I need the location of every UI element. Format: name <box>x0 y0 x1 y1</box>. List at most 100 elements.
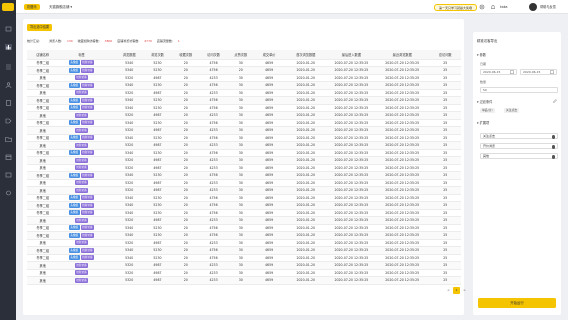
table-row[interactable]: 其他 拉新访客 5320 4987 20 4233 30 4659 2020-01-20 2020… <box>27 89 461 97</box>
table-row[interactable]: 其他 拉新访客 5320 4987 20 4233 30 4659 2020-01-20 2020… <box>27 164 461 172</box>
table-row[interactable]: 其他 拉新访客 5320 4987 20 4233 30 4659 2020-01-20 2020… <box>27 111 461 120</box>
calendar-icon[interactable] <box>5 154 12 160</box>
table-row[interactable]: 其他 拉新访客 5320 4987 20 4233 30 4659 2020-01-20 2020… <box>27 141 461 150</box>
cell-recent: 2020-07-20 12:35:25 <box>374 59 430 67</box>
table-row[interactable]: 冬季二组 头像组 拉新访客 5340 5230 20 4756 30 4659 2020-01-2… <box>27 194 461 202</box>
folder-icon[interactable] <box>4 136 12 142</box>
column-header[interactable]: 成交单价 <box>254 50 284 60</box>
count-input[interactable]: 50 <box>480 87 558 93</box>
cell-total: 25 <box>429 164 461 172</box>
column-header[interactable]: 店铺名称 <box>27 50 59 60</box>
table-row[interactable]: 冬季二组 头像组 拉新访客 5340 5230 20 4756 30 4659 2020-01-2… <box>27 104 461 112</box>
extra-section-toggle[interactable]: ▾ 扩展项 <box>477 120 489 125</box>
cell-name: 其他 <box>27 156 59 165</box>
column-header[interactable]: 收藏次数 <box>171 50 200 60</box>
table-row[interactable]: 其他 拉新访客 5320 4987 20 4233 30 4659 2020-01-20 2020… <box>27 239 461 247</box>
avatar[interactable] <box>529 3 537 11</box>
document-icon[interactable] <box>5 100 12 106</box>
cell-total: 25 <box>429 216 461 225</box>
next-page-button[interactable]: > <box>461 287 468 294</box>
remove-icon[interactable] <box>551 135 555 139</box>
params-section-toggle[interactable]: ▾ 参数 <box>477 52 486 57</box>
username[interactable]: kaka <box>500 4 508 10</box>
edit-icon[interactable] <box>553 99 557 103</box>
cell-times: 4987 <box>143 261 172 270</box>
cell-last: 2020-07-20 12:35:25 <box>327 231 375 240</box>
help-link[interactable]: 帮助与反馈 <box>540 4 556 10</box>
extra-row[interactable]: 关注点击 <box>480 133 558 139</box>
column-header[interactable]: 最近浏览数据 <box>374 50 430 60</box>
table-row[interactable]: 其他 拉新访客 5320 4987 20 4233 30 4659 2020-01-20 2020… <box>27 186 461 195</box>
remove-icon[interactable] <box>551 155 555 159</box>
table-row[interactable]: 其他 拉新访客 5320 4987 20 4233 30 4659 2020-01-20 2020… <box>27 126 461 135</box>
column-header[interactable] <box>104 50 116 60</box>
table-row[interactable]: 冬季二组 头像组 拉新访客 5340 5230 20 4756 30 4659 2020-01-2… <box>27 231 461 240</box>
list-icon[interactable] <box>5 64 12 70</box>
page-number-current[interactable]: 1 <box>453 287 460 294</box>
table-row[interactable]: 冬季二组 头像组 拉新访客 5340 5230 20 4756 30 4659 2020-01-2… <box>27 254 461 262</box>
start-run-button[interactable]: 开始运行 <box>478 298 556 308</box>
export-selected-button[interactable]: 导出选中结果 <box>27 24 53 31</box>
bell-icon[interactable] <box>490 4 496 10</box>
home-icon[interactable] <box>5 26 12 32</box>
extra-row[interactable]: 开价浏览 <box>480 143 558 149</box>
cell-name: 冬季二组 <box>27 171 59 180</box>
cell-likes: 30 <box>227 276 255 285</box>
table-row[interactable]: 冬季二组 头像组 拉新访客 5340 5230 20 4756 30 4659 2020-01-2… <box>27 134 461 142</box>
tag-badge: 拉新访客 <box>80 60 95 66</box>
cell-visits: 4233 <box>199 179 228 187</box>
box-icon[interactable] <box>5 172 12 178</box>
table-row[interactable]: 冬季二组 头像组 拉新访客 5340 5230 20 4756 30 4659 2020-01-2… <box>27 119 461 127</box>
column-header[interactable]: 标签 <box>58 50 105 60</box>
settings-icon[interactable] <box>5 190 12 196</box>
store-selector[interactable]: 天猫旗舰店铺 ▾ <box>49 4 72 10</box>
table-row[interactable]: 冬季二组 头像组 拉新访客 5340 5230 20 4756 30 4659 2020-01-2… <box>27 224 461 232</box>
table-row[interactable]: 其他 拉新访客 5320 4987 20 4233 30 4659 2020-01-20 2020… <box>27 276 461 285</box>
cell-views: 5340 <box>115 209 144 217</box>
table-row[interactable]: 冬季二组 头像组 拉新访客 5340 5230 20 4756 30 4659 2020-01-2… <box>27 96 461 105</box>
table-row[interactable]: 其他 拉新访客 5320 4987 20 4233 30 4659 2020-01-20 2020… <box>27 216 461 225</box>
table-row[interactable]: 冬季二组 头像组 拉新访客 5340 5230 20 4756 30 4659 2020-01-2… <box>27 246 461 255</box>
table-row[interactable]: 其他 拉新访客 5320 4987 20 4233 30 4659 2020-01-20 2020… <box>27 261 461 270</box>
column-header[interactable]: 浏览次数 <box>143 50 172 60</box>
column-header[interactable]: 访问次数 <box>199 50 228 60</box>
column-header[interactable]: 最后进入数据 <box>327 50 375 60</box>
tag-badge: 拉新访客 <box>74 240 89 246</box>
cell-first: 2020-01-20 <box>283 201 328 210</box>
table-row[interactable]: 冬季二组 头像组 拉新访客 5340 5230 20 4756 30 4659 2020-01-2… <box>27 171 461 180</box>
tags-cell: 头像组 拉新访客 <box>58 209 105 217</box>
table-row[interactable]: 冬季二组 头像组 拉新访客 5340 5230 20 4756 30 4659 2020-01-2… <box>27 59 461 67</box>
column-header[interactable]: 点赞次数 <box>227 50 255 60</box>
table-row[interactable]: 冬季二组 头像组 拉新访客 5340 5230 20 4756 30 4659 2020-01-2… <box>27 201 461 210</box>
table-row[interactable]: 其他 拉新访客 5320 4987 20 4233 30 4659 2020-01-20 2020… <box>27 74 461 82</box>
tags-cell: 拉新访客 <box>58 239 105 247</box>
empty-cell <box>104 89 116 97</box>
table-row[interactable]: 冬季二组 头像组 拉新访客 5340 5230 20 4756 30 4659 2020-01-2… <box>27 149 461 157</box>
extra-row[interactable]: 其他 <box>480 153 558 159</box>
table-row[interactable]: 其他 拉新访客 5320 4987 20 4233 30 4659 2020-01-20 2020… <box>27 156 461 165</box>
table-row[interactable]: 其他 拉新访客 5320 4987 20 4233 30 4659 2020-01-20 2020… <box>27 269 461 277</box>
cell-visits: 4756 <box>199 246 228 255</box>
tag-icon[interactable] <box>5 118 12 124</box>
column-header[interactable]: 浏览数据 <box>115 50 144 60</box>
empty-cell <box>104 59 116 67</box>
column-header[interactable]: 总访问数 <box>429 50 461 60</box>
user-icon[interactable] <box>5 82 12 88</box>
table-row[interactable]: 冬季二组 头像组 拉新访客 5340 5230 20 4756 30 4659 2020-01-2… <box>27 209 461 217</box>
filter-tag[interactable]: 单品(全) <box>480 108 495 113</box>
prev-page-button[interactable]: < <box>445 287 452 294</box>
filter-section-toggle[interactable]: ▾ 过滤条件 <box>477 99 492 104</box>
column-header[interactable]: 首次浏览数据 <box>283 50 328 60</box>
table-row[interactable]: 冬季二组 头像组 拉新访客 5340 5230 20 4756 20 4659 2020-01-2… <box>27 66 461 75</box>
remove-icon[interactable] <box>551 145 555 149</box>
promo-banner[interactable]: 第一天只学习就赢大奖哦 <box>434 3 478 11</box>
stat-item: 店铺浏览访客数: 4770 <box>117 39 152 43</box>
table-row[interactable]: 其他 拉新访客 5320 4987 20 4233 30 4659 2020-01-20 2020… <box>27 179 461 187</box>
chart-icon[interactable] <box>4 44 12 50</box>
gear-icon[interactable] <box>479 4 485 10</box>
calendar-icon[interactable] <box>510 70 514 74</box>
calendar-icon[interactable] <box>550 70 554 74</box>
table-row[interactable]: 冬季二组 头像组 拉新访客 5340 5230 20 4756 30 4659 2020-01-2… <box>27 81 461 90</box>
filter-tag[interactable]: 关注点击 <box>504 108 520 113</box>
date-label: 日期 <box>480 62 487 66</box>
